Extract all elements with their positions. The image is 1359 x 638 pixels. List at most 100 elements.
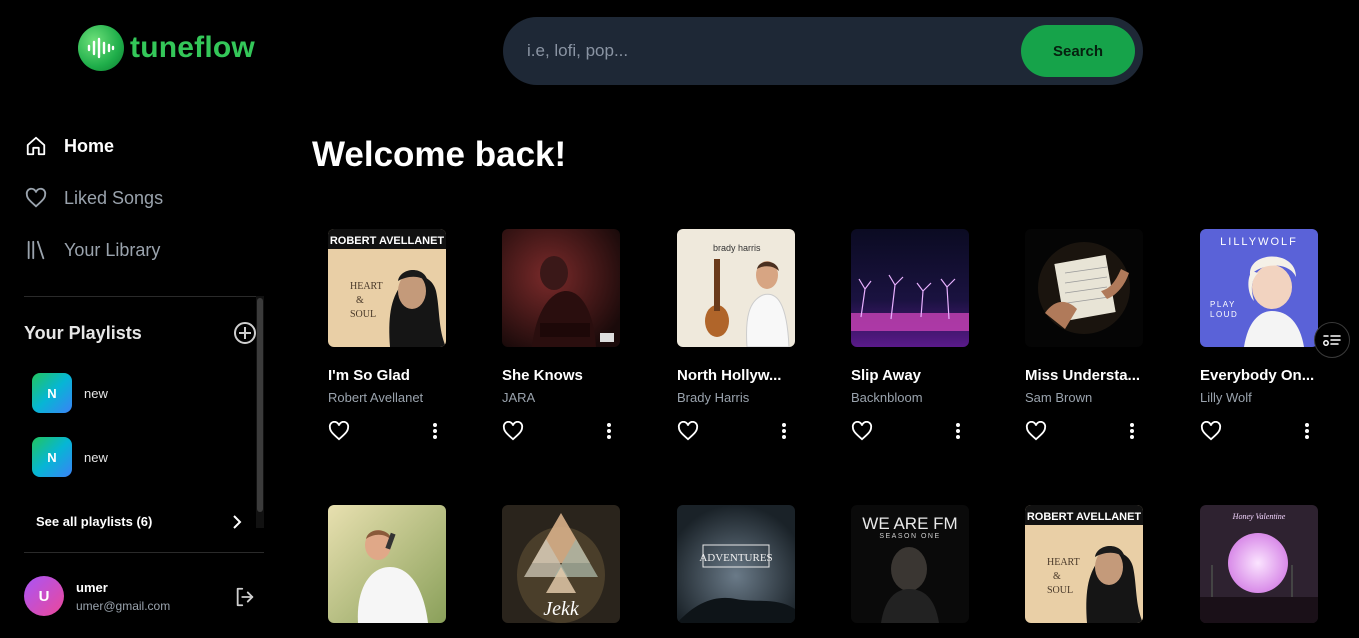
- more-vertical-icon: [956, 423, 960, 439]
- nav-label: Liked Songs: [64, 187, 164, 208]
- search-input[interactable]: [527, 37, 997, 65]
- album-cover[interactable]: ROBERT AVELLANET HEART & SOUL: [1025, 505, 1143, 623]
- sidebar: tuneflow Home Liked Songs Your Library Y…: [0, 0, 290, 638]
- song-card[interactable]: She Knows JARA: [502, 229, 622, 441]
- like-button[interactable]: [1200, 421, 1222, 441]
- song-card[interactable]: LILLYWOLF PLAY LOUD Everybody On... Lill…: [1200, 229, 1320, 441]
- queue-button[interactable]: [1314, 322, 1350, 358]
- song-card[interactable]: Jekk: [502, 505, 622, 623]
- more-vertical-icon: [782, 423, 786, 439]
- playlist-name: new: [84, 449, 108, 465]
- album-cover[interactable]: [1025, 229, 1143, 347]
- cover-text: brady harris: [713, 243, 761, 253]
- song-card[interactable]: Honey Valentine: [1200, 505, 1320, 623]
- more-vertical-icon: [607, 423, 611, 439]
- more-options-button[interactable]: [781, 422, 787, 440]
- cover-subtext: SEASON ONE: [879, 533, 940, 540]
- more-vertical-icon: [1305, 423, 1309, 439]
- like-button[interactable]: [502, 421, 524, 441]
- cover-text: Jekk: [543, 598, 580, 620]
- logout-button[interactable]: [234, 586, 256, 613]
- album-cover[interactable]: Honey Valentine: [1200, 505, 1318, 623]
- nav-label: Your Library: [64, 239, 161, 260]
- album-cover[interactable]: [851, 229, 969, 347]
- divider: [24, 296, 264, 297]
- playlists-title: Your Playlists: [24, 322, 142, 343]
- cover-text: Honey Valentine: [1232, 512, 1286, 521]
- user-profile[interactable]: U umer umer@gmail.com: [24, 576, 170, 616]
- album-cover[interactable]: WE ARE FM SEASON ONE: [851, 505, 969, 623]
- heart-icon: [851, 421, 873, 441]
- nav-item-your-library[interactable]: Your Library: [24, 224, 163, 276]
- cover-text: ADVENTURES: [699, 552, 772, 564]
- like-button[interactable]: [1025, 421, 1047, 441]
- more-options-button[interactable]: [1129, 422, 1135, 440]
- brand-logo[interactable]: tuneflow: [78, 25, 255, 71]
- chevron-right-icon: [233, 514, 242, 529]
- song-artist: Sam Brown: [1025, 390, 1093, 405]
- album-cover[interactable]: brady harris: [677, 229, 795, 347]
- song-card[interactable]: Miss Understa... Sam Brown: [1025, 229, 1145, 441]
- song-title: North Hollyw...: [677, 367, 782, 384]
- queue-list-icon: [1323, 335, 1341, 346]
- scrollbar-thumb[interactable]: [257, 298, 263, 512]
- playlist-item[interactable]: N new: [32, 373, 108, 413]
- like-button[interactable]: [328, 421, 350, 441]
- playlist-name: new: [84, 385, 108, 401]
- like-button[interactable]: [677, 421, 699, 441]
- svg-text:PLAY: PLAY: [1210, 300, 1236, 309]
- more-options-button[interactable]: [606, 422, 612, 440]
- svg-text:LOUD: LOUD: [1210, 310, 1238, 319]
- heart-icon: [24, 186, 48, 210]
- cover-text: WE ARE FM: [862, 514, 957, 533]
- more-options-button[interactable]: [432, 422, 438, 440]
- album-cover[interactable]: [328, 505, 446, 623]
- more-options-button[interactable]: [955, 422, 961, 440]
- heart-icon: [677, 421, 699, 441]
- home-icon: [24, 134, 48, 158]
- plus-icon: [239, 327, 251, 339]
- brand-name: tuneflow: [130, 31, 255, 64]
- like-button[interactable]: [851, 421, 873, 441]
- see-all-playlists-link[interactable]: See all playlists (6): [36, 514, 242, 529]
- song-artist: Brady Harris: [677, 390, 750, 405]
- cover-text: LILLYWOLF: [1220, 236, 1298, 248]
- heart-icon: [1025, 421, 1047, 441]
- heart-icon: [328, 421, 350, 441]
- song-artist: Lilly Wolf: [1200, 390, 1252, 405]
- svg-text:&: &: [356, 295, 364, 306]
- library-icon: [24, 238, 48, 262]
- see-all-label: See all playlists (6): [36, 514, 153, 529]
- svg-text:HEART: HEART: [1047, 557, 1080, 568]
- song-title: I'm So Glad: [328, 367, 410, 384]
- song-artist: Backnbloom: [851, 390, 923, 405]
- nav-item-home[interactable]: Home: [24, 120, 163, 172]
- svg-text:HEART: HEART: [350, 281, 383, 292]
- album-cover[interactable]: Jekk: [502, 505, 620, 623]
- heart-icon: [502, 421, 524, 441]
- song-card[interactable]: Slip Away Backnbloom: [851, 229, 971, 441]
- add-playlist-button[interactable]: [234, 322, 256, 344]
- album-cover[interactable]: LILLYWOLF PLAY LOUD: [1200, 229, 1318, 347]
- album-cover[interactable]: [502, 229, 620, 347]
- playlist-item[interactable]: N new: [32, 437, 108, 477]
- more-vertical-icon: [1130, 423, 1134, 439]
- song-card[interactable]: [328, 505, 448, 623]
- user-name: umer: [76, 579, 108, 595]
- song-title: Slip Away: [851, 367, 922, 384]
- album-cover[interactable]: ROBERT AVELLANET HEART & SOUL: [328, 229, 446, 347]
- search-button[interactable]: Search: [1021, 25, 1135, 77]
- more-options-button[interactable]: [1304, 422, 1310, 440]
- song-card[interactable]: ADVENTURES: [677, 505, 797, 623]
- song-card[interactable]: ROBERT AVELLANET HEART & SOUL I'm So Gla…: [328, 229, 448, 441]
- more-vertical-icon: [433, 423, 437, 439]
- avatar: U: [24, 576, 64, 616]
- song-card[interactable]: brady harris North Hollyw... Brady Harri…: [677, 229, 797, 441]
- song-artist: Robert Avellanet: [328, 390, 424, 405]
- nav-item-liked-songs[interactable]: Liked Songs: [24, 172, 163, 224]
- song-card[interactable]: ROBERT AVELLANET HEART & SOUL: [1025, 505, 1145, 623]
- song-artist: JARA: [502, 390, 536, 405]
- album-cover[interactable]: ADVENTURES: [677, 505, 795, 623]
- song-card[interactable]: WE ARE FM SEASON ONE: [851, 505, 971, 623]
- playlists-header: Your Playlists: [24, 322, 256, 344]
